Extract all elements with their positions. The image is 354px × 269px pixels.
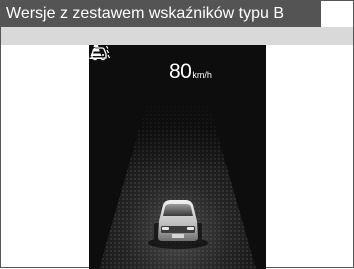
header-band bbox=[1, 27, 353, 45]
figure-frame: Wersje z zestawem wskaźników typu B 80km… bbox=[0, 0, 354, 269]
header-spacer bbox=[321, 1, 353, 27]
figure-title: Wersje z zestawem wskaźników typu B bbox=[1, 1, 321, 27]
vehicle-graphic bbox=[148, 200, 208, 249]
instrument-cluster-display: 80km/h bbox=[89, 45, 266, 269]
